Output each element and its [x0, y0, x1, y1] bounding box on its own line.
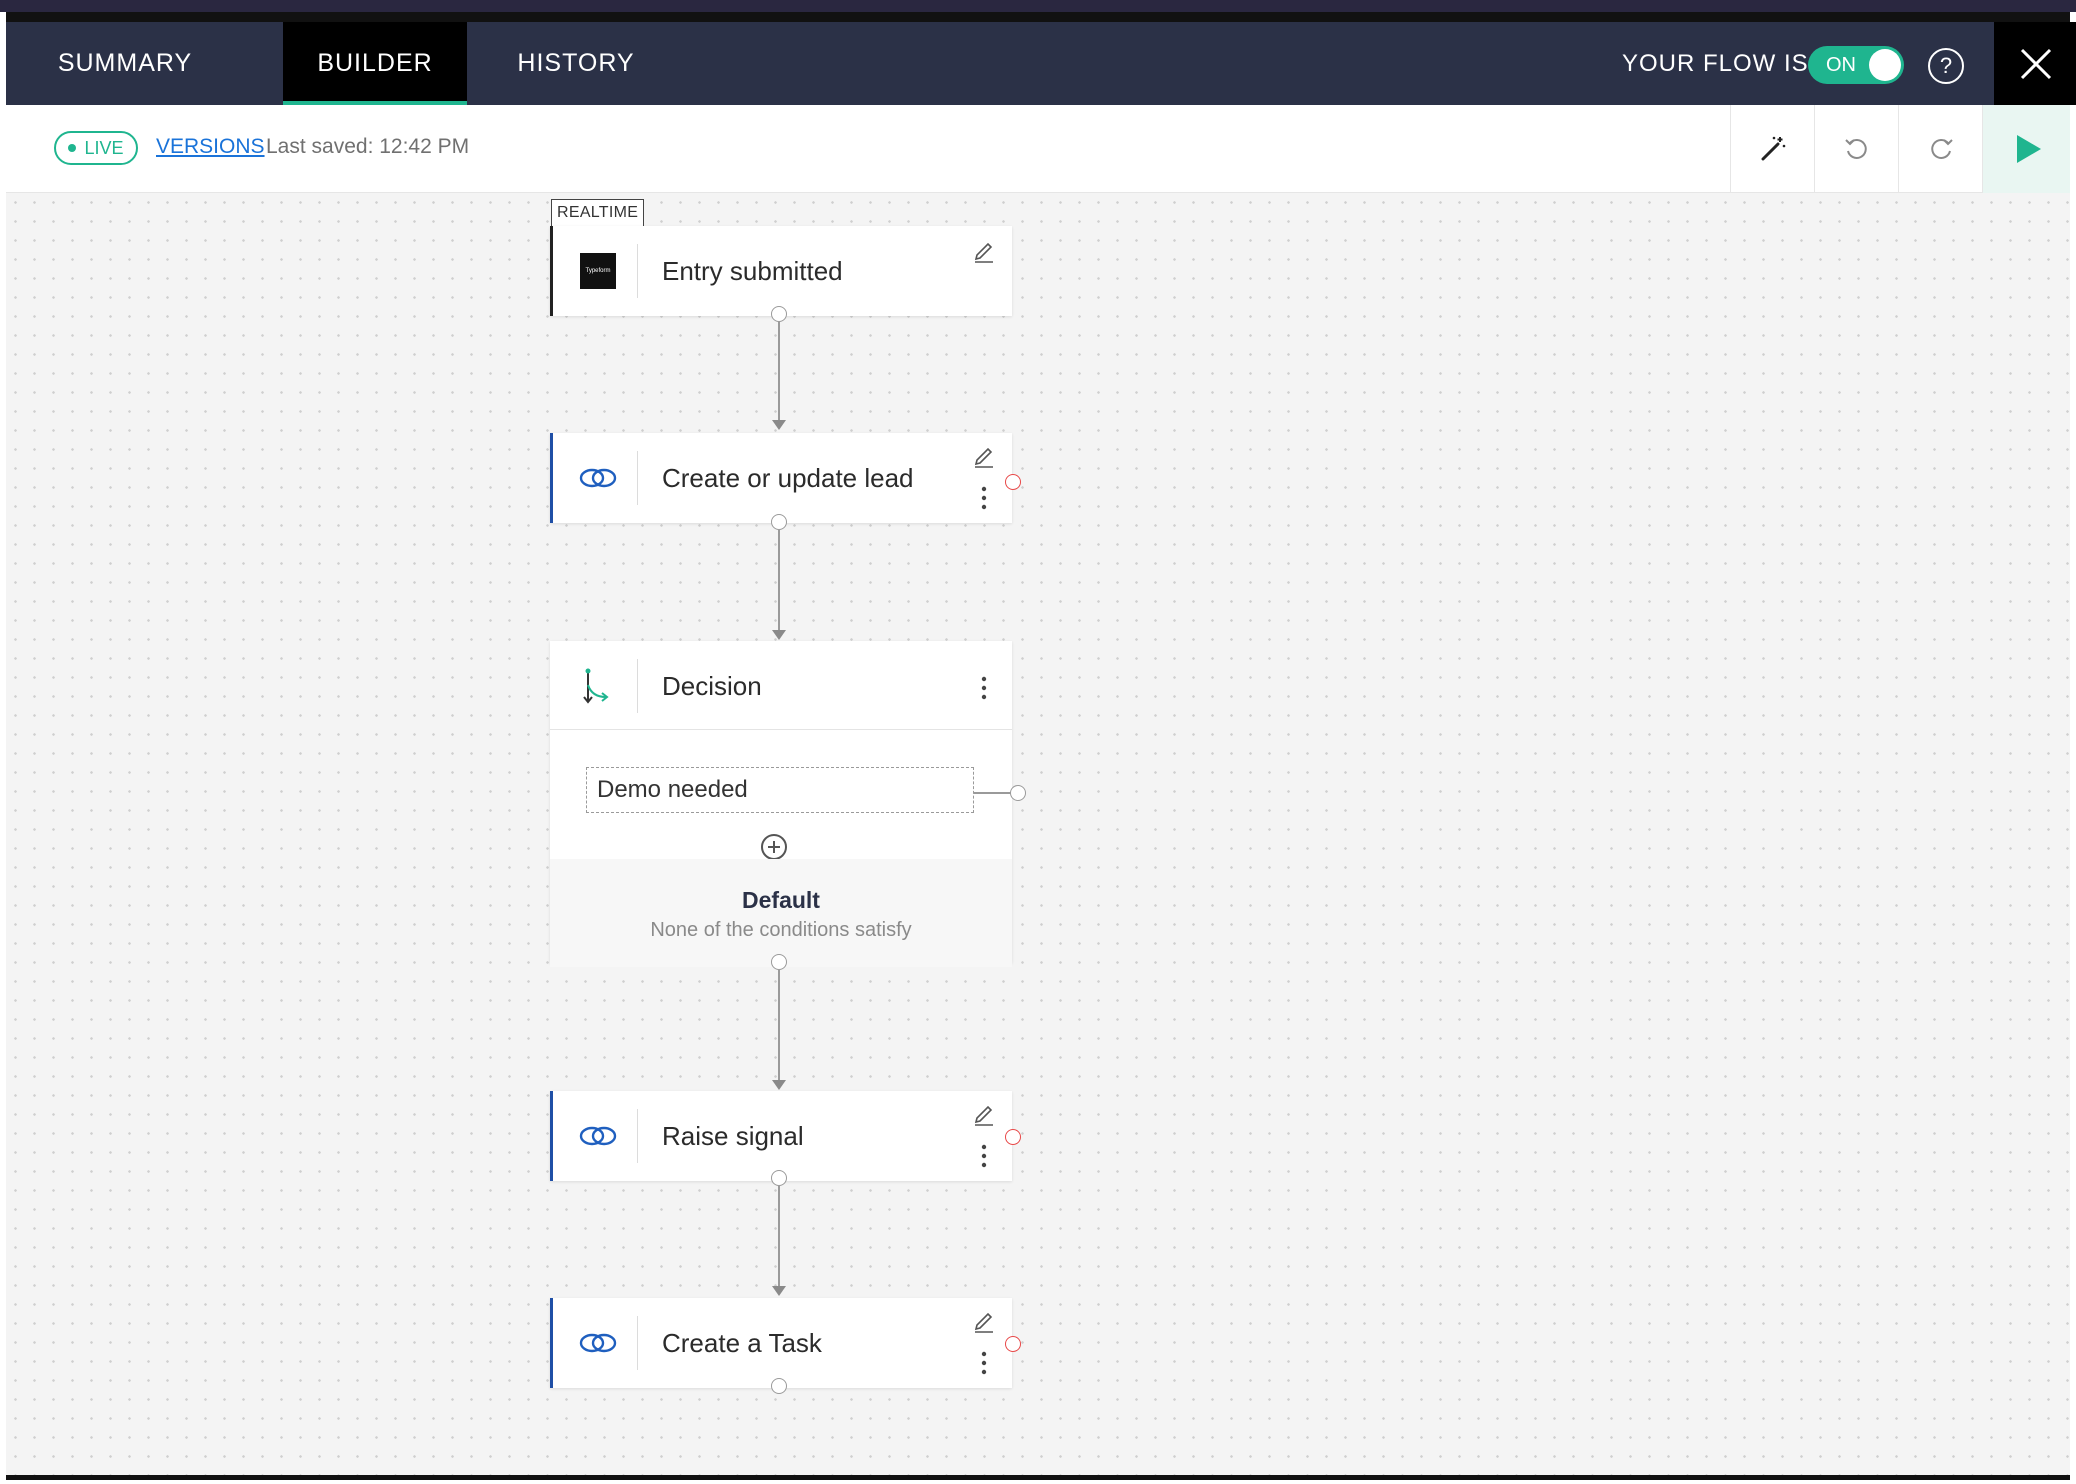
output-port[interactable] — [771, 514, 787, 530]
node-accent — [550, 1091, 553, 1181]
toggle-knob — [1869, 49, 1901, 81]
edit-pencil-icon[interactable] — [972, 1310, 996, 1334]
typeform-logo-text: Typeform — [580, 253, 616, 289]
edit-pencil-icon[interactable] — [972, 240, 996, 264]
action-node-create-update-lead[interactable]: Create or update lead — [550, 433, 1012, 523]
window-top-strip — [0, 0, 2076, 12]
node-title: Create or update lead — [662, 463, 914, 493]
tab-builder[interactable]: BUILDER — [283, 22, 467, 105]
flow-canvas[interactable] — [6, 193, 2070, 1475]
versions-link[interactable]: VERSIONS — [156, 135, 265, 159]
close-button[interactable] — [1994, 22, 2076, 105]
more-options-icon[interactable] — [978, 485, 990, 511]
edit-pencil-icon[interactable] — [972, 1103, 996, 1127]
realtime-badge: REALTIME — [551, 199, 645, 227]
edit-pencil-icon[interactable] — [972, 445, 996, 469]
undo-button[interactable] — [1814, 105, 1898, 193]
node-title: Create a Task — [662, 1328, 822, 1358]
output-port[interactable] — [771, 954, 787, 970]
node-title: Decision — [662, 671, 762, 701]
magic-wand-icon — [1761, 136, 1785, 161]
link-icon — [578, 1116, 618, 1156]
more-options-icon[interactable] — [978, 675, 990, 701]
flow-status-label: YOUR FLOW IS — [1622, 49, 1809, 77]
default-branch[interactable]: Default None of the conditions satisfy — [550, 859, 1012, 967]
tab-history[interactable]: HISTORY — [511, 22, 641, 105]
output-port[interactable] — [771, 1170, 787, 1186]
action-node-raise-signal[interactable]: Raise signal — [550, 1091, 1012, 1181]
add-condition-icon[interactable] — [759, 832, 789, 862]
magic-wand-button[interactable] — [1730, 105, 1814, 193]
more-options-icon[interactable] — [978, 1143, 990, 1169]
node-title: Entry submitted — [662, 256, 843, 286]
live-label: LIVE — [84, 137, 124, 158]
undo-icon — [1844, 138, 1867, 159]
condition-branch[interactable]: Demo needed — [586, 767, 974, 813]
app-window: SUMMARY BUILDER HISTORY YOUR FLOW IS ON … — [0, 0, 2076, 1484]
connector-arrow-icon — [772, 1080, 786, 1090]
toolbar: LIVE VERSIONS Last saved: 12:42 PM — [6, 105, 2070, 193]
flow-toggle[interactable]: ON — [1808, 46, 1904, 84]
condition-connector-line — [974, 792, 1012, 794]
redo-icon — [1930, 138, 1953, 159]
output-port[interactable] — [771, 306, 787, 322]
default-branch-subtitle: None of the conditions satisfy — [650, 919, 912, 941]
decision-node[interactable]: Decision Demo needed Default None of the… — [550, 641, 1012, 967]
node-divider — [637, 451, 638, 505]
decision-icon — [578, 666, 618, 706]
close-icon — [2020, 48, 2052, 80]
connector-line — [778, 530, 780, 630]
error-port[interactable] — [1005, 1129, 1021, 1145]
node-accent — [550, 226, 553, 316]
error-port[interactable] — [1005, 474, 1021, 490]
condition-output-port[interactable] — [1010, 785, 1026, 801]
connector-arrow-icon — [772, 420, 786, 430]
link-icon — [578, 1323, 618, 1363]
header-bar: SUMMARY BUILDER HISTORY YOUR FLOW IS ON … — [6, 22, 2076, 105]
typeform-icon: Typeform — [578, 251, 618, 291]
error-port[interactable] — [1005, 1336, 1021, 1352]
node-divider — [637, 1316, 638, 1370]
run-flow-button[interactable] — [1982, 105, 2070, 193]
node-divider-horizontal — [550, 729, 1012, 730]
redo-button[interactable] — [1898, 105, 1982, 193]
node-title: Raise signal — [662, 1121, 804, 1151]
connector-line — [778, 1186, 780, 1286]
node-divider — [637, 244, 638, 298]
play-icon — [2016, 135, 2041, 163]
connector-line — [778, 322, 780, 420]
live-badge: LIVE — [54, 131, 138, 165]
connector-arrow-icon — [772, 630, 786, 640]
node-accent — [550, 1298, 553, 1388]
node-divider — [637, 659, 638, 713]
last-saved-text: Last saved: 12:42 PM — [266, 135, 470, 158]
node-divider — [637, 1109, 638, 1163]
default-branch-title: Default — [742, 887, 820, 913]
link-icon — [578, 458, 618, 498]
node-accent — [550, 433, 553, 523]
live-dot-icon — [68, 144, 77, 152]
action-node-create-task[interactable]: Create a Task — [550, 1298, 1012, 1388]
trigger-node-entry-submitted[interactable]: Typeform Entry submitted — [550, 226, 1012, 316]
connector-arrow-icon — [772, 1286, 786, 1296]
tab-summary[interactable]: SUMMARY — [50, 22, 200, 105]
toggle-label: ON — [1826, 54, 1856, 76]
more-options-icon[interactable] — [978, 1350, 990, 1376]
output-port[interactable] — [771, 1378, 787, 1394]
connector-line — [778, 970, 780, 1082]
help-button[interactable]: ? — [1928, 48, 1964, 84]
